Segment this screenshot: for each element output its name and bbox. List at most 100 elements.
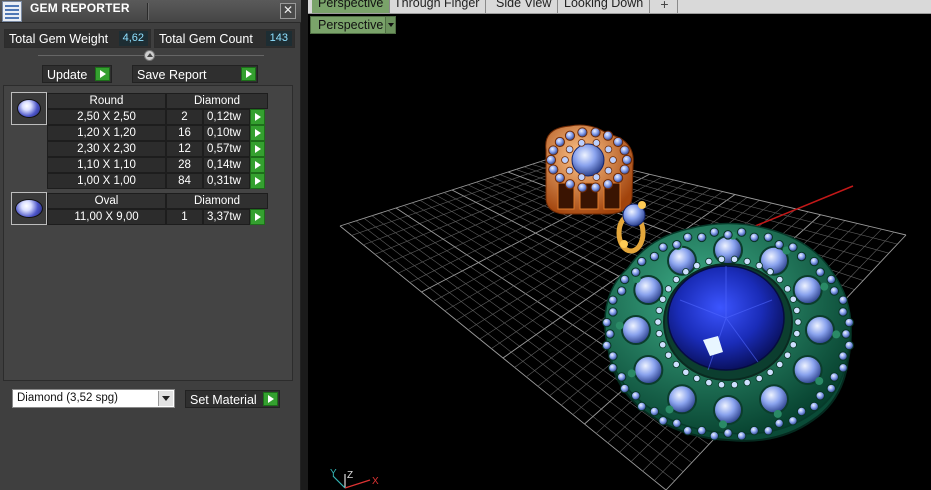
3d-viewport[interactable]: Y Z X Perspective Through Finger Side Vi… — [308, 0, 931, 490]
oval-gem-icon[interactable] — [11, 192, 47, 225]
clasp-gem — [545, 154, 557, 166]
clasp-gem — [619, 164, 630, 175]
accent-gem — [619, 383, 630, 394]
gem-count-cell: 1 — [166, 209, 203, 225]
pendant-model — [602, 222, 854, 442]
accent-gem — [736, 227, 747, 237]
save-report-button-label: Save Report — [137, 68, 207, 82]
accent-gem — [788, 416, 798, 426]
round-stone-shape — [17, 99, 41, 118]
accent-gem — [749, 232, 759, 243]
round-gem-icon[interactable] — [11, 92, 47, 125]
clasp-gem — [565, 145, 574, 154]
prong — [832, 330, 841, 339]
tab-perspective[interactable]: Perspective — [312, 0, 391, 13]
accent-gem — [789, 341, 797, 349]
play-arrow-icon — [95, 67, 110, 81]
chevron-down-icon[interactable] — [385, 17, 395, 33]
row-play-icon[interactable] — [250, 209, 265, 225]
accent-gem — [631, 391, 641, 401]
accent-gem — [672, 360, 680, 369]
accent-gem — [664, 285, 673, 293]
gem-count-cell: 28 — [166, 157, 203, 173]
gem-reporter-app-icon — [2, 1, 22, 22]
row-play-icon[interactable] — [250, 141, 265, 157]
accent-gem — [789, 295, 797, 303]
prong — [627, 369, 636, 378]
chevron-down-icon[interactable] — [158, 391, 173, 406]
viewport-canvas[interactable]: Y Z X — [308, 0, 931, 490]
accent-gem — [608, 351, 618, 361]
row-play-icon[interactable] — [250, 173, 265, 189]
accent-gem — [815, 391, 825, 401]
oval-stone-shape — [15, 199, 43, 218]
clasp-gem — [621, 154, 633, 166]
row-play-icon[interactable] — [250, 157, 265, 173]
update-button[interactable]: Update — [42, 65, 112, 83]
accent-gem — [705, 378, 713, 387]
accent-gem — [743, 257, 751, 266]
clasp-gem — [564, 179, 576, 190]
close-icon[interactable]: ✕ — [280, 3, 296, 19]
clasp-gem — [577, 182, 588, 193]
gem-reporter-panel: GEM REPORTER ✕ Total Gem Weight 4,62 Tot… — [0, 0, 301, 490]
view-mode-dropdown[interactable]: Perspective — [310, 16, 396, 34]
add-tab-icon[interactable]: + — [652, 0, 678, 13]
gem-size-cell: 1,10 X 1,10 — [47, 157, 166, 173]
accent-gem — [844, 317, 854, 328]
axis-y-label: Y — [330, 468, 337, 479]
accent-gem — [766, 368, 774, 376]
group-material-header: Diamond — [166, 93, 268, 109]
prong — [718, 420, 727, 429]
accent-gem — [705, 257, 713, 266]
set-material-button[interactable]: Set Material — [185, 390, 280, 408]
gem-weight-cell: 0,12tw — [203, 109, 250, 125]
accent-gem — [605, 329, 615, 339]
accent-gem — [788, 242, 798, 252]
accent-gem — [709, 431, 720, 441]
panel-titlebar[interactable]: GEM REPORTER ✕ — [0, 0, 301, 23]
accent-gem — [844, 340, 854, 351]
clasp-gem — [564, 130, 576, 141]
accent-gem — [631, 267, 641, 277]
accent-gem — [654, 318, 662, 326]
gem-size-cell: 2,30 X 2,30 — [47, 141, 166, 157]
accent-gem — [616, 372, 627, 382]
accent-gem — [783, 351, 792, 359]
clasp-gem — [592, 173, 601, 181]
halo-gem — [713, 395, 743, 425]
accent-gem — [793, 306, 801, 315]
accent-gem — [809, 401, 819, 412]
halo-gem — [805, 315, 835, 345]
accent-gem — [658, 416, 668, 426]
clasp-gem — [548, 145, 559, 156]
accent-gem — [697, 232, 707, 243]
upper-clasp-model — [545, 124, 634, 215]
row-play-icon[interactable] — [250, 125, 265, 141]
clasp-gem — [609, 156, 617, 164]
group-shape-header: Round — [47, 93, 166, 109]
gem-weight-cell: 0,14tw — [203, 157, 250, 173]
clasp-gem — [577, 127, 588, 138]
material-select[interactable]: Diamond (3,52 spg) — [12, 389, 175, 408]
row-play-icon[interactable] — [250, 109, 265, 125]
update-button-label: Update — [47, 68, 88, 82]
tab-through-finger[interactable]: Through Finger — [388, 0, 487, 13]
tab-side-view[interactable]: Side View — [490, 0, 559, 13]
halo-gem — [667, 245, 697, 276]
prong — [773, 409, 782, 418]
accent-gem — [672, 239, 682, 250]
accent-gem — [776, 275, 784, 284]
total-gem-count-label: Total Gem Count — [159, 32, 253, 46]
accent-gem — [659, 295, 667, 303]
collapse-knob-icon[interactable] — [144, 50, 155, 61]
accent-gem — [774, 239, 784, 250]
accent-gem — [838, 307, 848, 317]
save-report-button[interactable]: Save Report — [132, 65, 258, 83]
tab-looking-down[interactable]: Looking Down — [558, 0, 651, 13]
view-tabs: Perspective Through Finger Side View Loo… — [308, 0, 931, 14]
axis-z-label: Z — [347, 470, 353, 481]
accent-gem — [783, 285, 792, 293]
accent-gem — [608, 307, 618, 317]
clasp-gem — [548, 164, 559, 175]
